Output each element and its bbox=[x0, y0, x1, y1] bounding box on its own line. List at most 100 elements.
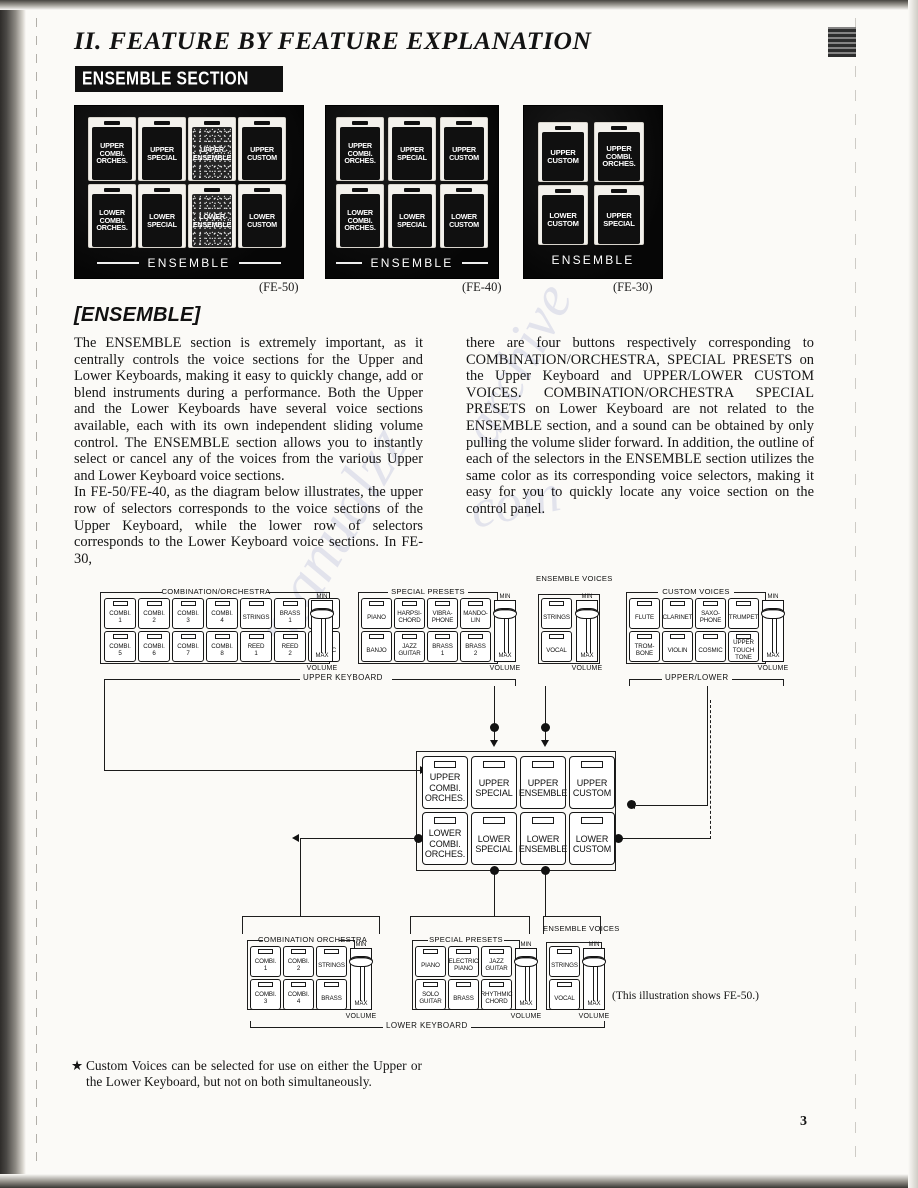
ensemble-selector-lower-combi-orches[interactable]: LOWER COMBI. ORCHES. bbox=[422, 812, 468, 865]
volume-slider-lower-special[interactable] bbox=[514, 948, 538, 1010]
voice-button-saxophone[interactable]: SAXO- PHONE bbox=[695, 598, 726, 629]
voice-button-combi-1[interactable]: COMBI. 1 bbox=[104, 598, 136, 629]
voice-button-ens-strings[interactable]: STRINGS bbox=[541, 598, 572, 629]
voice-button-strings[interactable]: STRINGS bbox=[240, 598, 272, 629]
voice-button-cosmic[interactable]: COSMIC bbox=[308, 631, 340, 662]
voice-button-combi-5[interactable]: COMBI. 5 bbox=[104, 631, 136, 662]
volume-label: VOLUME bbox=[510, 1013, 542, 1020]
slider-min-label: MIN bbox=[588, 942, 600, 948]
voice-button-combi-7[interactable]: COMBI. 7 bbox=[172, 631, 204, 662]
volume-label: VOLUME bbox=[489, 665, 521, 672]
voice-button-rhythmic-chord[interactable]: RHYTHMIC CHORD bbox=[481, 979, 513, 1010]
voice-button-upper-touch-tone[interactable]: UPPER TOUCH TONE bbox=[728, 631, 759, 662]
bracket-label-upper-lower: UPPER/LOWER bbox=[662, 673, 732, 682]
voice-button-cv-cosmic[interactable]: COSMIC bbox=[695, 631, 726, 662]
voice-button-vibraphone[interactable]: VIBRA- PHONE bbox=[427, 598, 458, 629]
photo-button-lit: UPPER ENSEMBLE bbox=[188, 117, 236, 181]
voice-button-lower-strings[interactable]: STRINGS bbox=[316, 946, 347, 977]
footnote-star-icon: ★ bbox=[71, 1058, 84, 1073]
voice-button-lower-ens-vocal[interactable]: VOCAL bbox=[549, 979, 580, 1010]
voice-button-sp-brass-1[interactable]: BRASS 1 bbox=[427, 631, 458, 662]
volume-slider-lower-ensemble-voices[interactable] bbox=[582, 948, 606, 1010]
panel-photo-fe50: UPPER COMBI. ORCHES. UPPER SPECIAL UPPER ENS… bbox=[75, 106, 303, 278]
volume-slider-custom-voices[interactable] bbox=[761, 600, 785, 662]
voice-button-combi-2[interactable]: COMBI. 2 bbox=[138, 598, 170, 629]
voice-button-lower-sp-brass[interactable]: BRASS bbox=[448, 979, 479, 1010]
volume-slider-lower-combination[interactable] bbox=[349, 948, 373, 1010]
photo-panel-label: ENSEMBLE bbox=[370, 256, 454, 270]
voice-button-combi-6[interactable]: COMBI. 6 bbox=[138, 631, 170, 662]
connector-dot bbox=[614, 834, 623, 843]
ensemble-selector-lower-ensemble[interactable]: LOWER ENSEMBLE bbox=[519, 812, 567, 865]
voice-button-sp-brass-2[interactable]: BRASS 2 bbox=[460, 631, 491, 662]
voice-button-brass-1[interactable]: BRASS 1 bbox=[274, 598, 306, 629]
ensemble-selector-upper-special[interactable]: UPPER SPECIAL bbox=[471, 756, 517, 809]
voice-button-lower-combi-1[interactable]: COMBI. 1 bbox=[250, 946, 281, 977]
voice-button-trumpet[interactable]: TRUMPET bbox=[728, 598, 759, 629]
slider-max-label: MAX bbox=[580, 653, 594, 659]
panel-photo-fe40: UPPER COMBI. ORCHES. UPPER SPECIAL UPPER CUS… bbox=[326, 106, 498, 278]
voice-button-ens-vocal[interactable]: VOCAL bbox=[541, 631, 572, 662]
voice-button-lower-ens-strings[interactable]: STRINGS bbox=[549, 946, 580, 977]
volume-slider-upper-special[interactable] bbox=[493, 600, 517, 662]
voice-button-harpsichord[interactable]: HARPSI- CHORD bbox=[394, 598, 425, 629]
voice-button-lower-combi-3[interactable]: COMBI. 3 bbox=[250, 979, 281, 1010]
voice-button-reed-1[interactable]: REED 1 bbox=[240, 631, 272, 662]
voice-button-combi-4[interactable]: COMBI. 4 bbox=[206, 598, 238, 629]
connector-line bbox=[545, 686, 547, 743]
photo-button: UPPER SPECIAL bbox=[138, 117, 186, 181]
ensemble-selector-lower-custom[interactable]: LOWER CUSTOM bbox=[569, 812, 615, 865]
connector-dot bbox=[490, 723, 499, 732]
voice-button-lower-piano[interactable]: PIANO bbox=[415, 946, 446, 977]
group-outline-lower-special bbox=[412, 940, 520, 1010]
connector-arrow bbox=[490, 740, 498, 747]
voice-button-piano[interactable]: PIANO bbox=[361, 598, 392, 629]
volume-slider-upper-ensemble-voices[interactable] bbox=[575, 600, 599, 662]
volume-slider-upper-combination[interactable] bbox=[310, 600, 334, 662]
group-title-custom-voices: CUSTOM VOICES bbox=[662, 587, 730, 596]
ensemble-selector-upper-ensemble[interactable]: UPPER ENSEMBLE bbox=[519, 756, 567, 809]
voice-button-solo-guitar[interactable]: SOLO GUITAR bbox=[415, 979, 446, 1010]
connector-line bbox=[494, 869, 496, 916]
slider-min-label: MIN bbox=[316, 594, 328, 600]
ensemble-selector-upper-custom[interactable]: UPPER CUSTOM bbox=[569, 756, 615, 809]
voice-button-lower-combi-4[interactable]: COMBI. 4 bbox=[283, 979, 314, 1010]
voice-button-reed-2[interactable]: REED 2 bbox=[274, 631, 306, 662]
voice-button-mandolin[interactable]: MANDO- LIN bbox=[460, 598, 491, 629]
voice-button-combi-8[interactable]: COMBI. 8 bbox=[206, 631, 238, 662]
volume-label: VOLUME bbox=[578, 1013, 610, 1020]
slider-max-label: MAX bbox=[354, 1001, 368, 1007]
voice-button-electric-piano[interactable]: ELECTRIC PIANO bbox=[448, 946, 479, 977]
photo-button: UPPER COMBI. ORCHES. bbox=[88, 117, 136, 181]
voice-button-lower-jazz-guitar[interactable]: JAZZ GUITAR bbox=[481, 946, 512, 977]
group-outline-custom-voices bbox=[626, 592, 766, 664]
ensemble-selector-lower-special[interactable]: LOWER SPECIAL bbox=[471, 812, 517, 865]
volume-label: VOLUME bbox=[571, 665, 603, 672]
body-column-right: there are four buttons respectively corr… bbox=[466, 335, 814, 518]
voice-button-jazz-guitar[interactable]: JAZZ GUITAR bbox=[394, 631, 425, 662]
photo-button: UPPER COMBI. ORCHES. bbox=[594, 122, 644, 182]
voice-button-violin[interactable]: VIOLIN bbox=[662, 631, 693, 662]
voice-button-flute[interactable]: FLUTE bbox=[629, 598, 660, 629]
voice-button-clarinet[interactable]: CLARINET bbox=[662, 598, 693, 629]
slider-min-label: MIN bbox=[499, 594, 511, 600]
voice-button-trombone[interactable]: TROM- BONE bbox=[629, 631, 660, 662]
voice-button-brass-2[interactable]: BRASS 2 bbox=[308, 598, 340, 629]
photo-button: LOWER COMBI. ORCHES. bbox=[336, 184, 384, 248]
voice-button-lower-combi-2[interactable]: COMBI. 2 bbox=[283, 946, 314, 977]
voice-button-lower-brass[interactable]: BRASS bbox=[316, 979, 347, 1010]
photo-panel-label: ENSEMBLE bbox=[147, 256, 231, 270]
voice-button-combi-3[interactable]: COMBI. 3 bbox=[172, 598, 204, 629]
photo-button: LOWER CUSTOM bbox=[238, 184, 286, 248]
slider-max-label: MAX bbox=[498, 653, 512, 659]
slider-min-label: MIN bbox=[581, 594, 593, 600]
group-bracket-lower-combination bbox=[242, 916, 380, 934]
photo-caption-fe50: (FE-50) bbox=[259, 280, 299, 294]
volume-label: VOLUME bbox=[757, 665, 789, 672]
group-title-upper-special: SPECIAL PRESETS bbox=[391, 587, 465, 596]
ensemble-selector-upper-combi-orches[interactable]: UPPER COMBI. ORCHES. bbox=[422, 756, 468, 809]
voice-button-banjo[interactable]: BANJO bbox=[361, 631, 392, 662]
group-title-upper-combination: COMBINATION/ORCHESTRA bbox=[161, 587, 271, 596]
volume-label: VOLUME bbox=[306, 665, 338, 672]
connector-arrow bbox=[541, 740, 549, 747]
